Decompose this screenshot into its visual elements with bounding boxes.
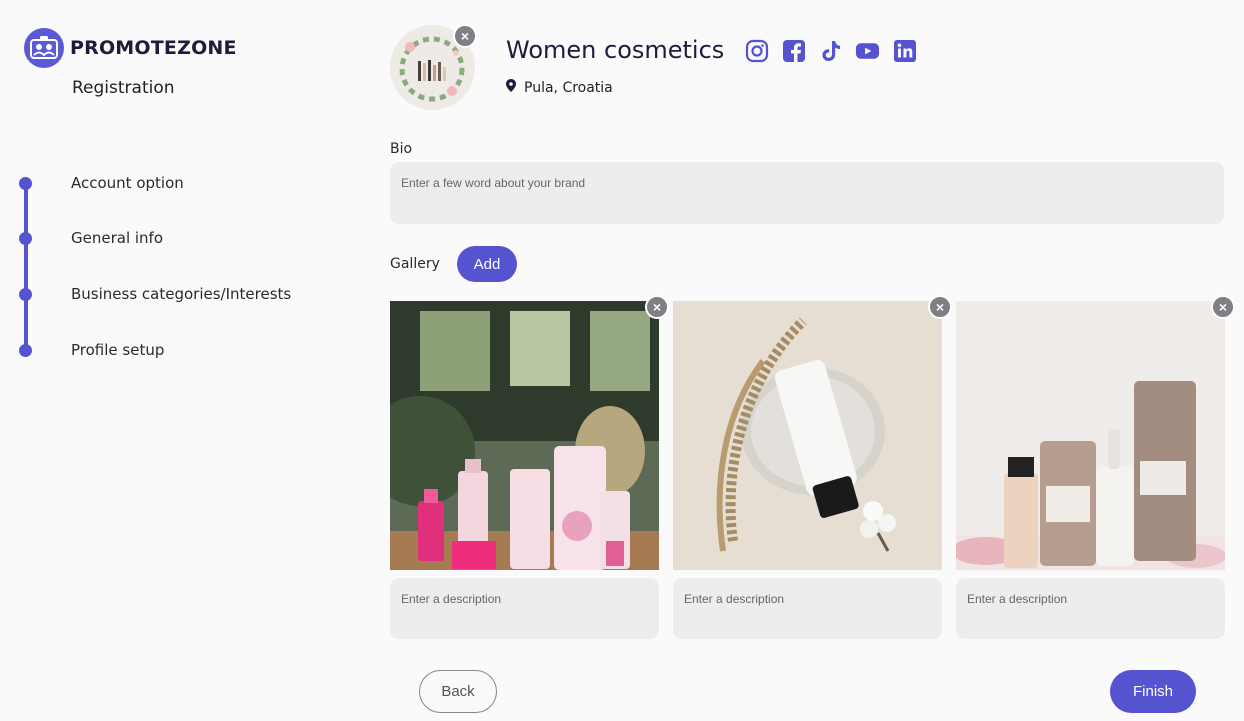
- remove-photo-button[interactable]: ×: [928, 295, 952, 319]
- step-dot: [19, 176, 32, 190]
- bio-label: Bio: [390, 141, 413, 157]
- location-pin-icon: [506, 79, 516, 96]
- add-gallery-button[interactable]: Add: [457, 246, 517, 282]
- step-dot: [19, 343, 32, 357]
- step-label: General info: [71, 229, 164, 247]
- logo-icon: [24, 28, 64, 68]
- instagram-icon[interactable]: [744, 38, 769, 63]
- step-general-info[interactable]: General info: [0, 223, 360, 253]
- logo-text: PROMOTEZONE: [70, 37, 237, 59]
- step-label: Account option: [71, 174, 184, 192]
- gallery-photo[interactable]: [673, 301, 942, 570]
- remove-photo-button[interactable]: ×: [645, 295, 669, 319]
- brand-name: Women cosmetics: [506, 36, 725, 64]
- stepper-line: [24, 182, 28, 350]
- location: Pula, Croatia: [506, 79, 613, 96]
- step-label: Profile setup: [71, 341, 165, 359]
- tiktok-icon[interactable]: [818, 38, 843, 63]
- photo-description-input[interactable]: [956, 578, 1225, 639]
- step-label: Business categories/Interests: [71, 285, 292, 303]
- gallery-photo[interactable]: [956, 301, 1225, 570]
- step-profile-setup[interactable]: Profile setup: [0, 335, 360, 365]
- facebook-icon[interactable]: [781, 38, 806, 63]
- bio-input[interactable]: [390, 162, 1224, 224]
- step-dot: [19, 231, 32, 245]
- step-dot: [19, 287, 32, 301]
- social-links: [744, 38, 917, 63]
- remove-avatar-button[interactable]: ×: [453, 24, 477, 48]
- step-account-option[interactable]: Account option: [0, 168, 360, 198]
- youtube-icon[interactable]: [855, 38, 880, 63]
- photo-description-input[interactable]: [390, 578, 659, 639]
- page-subtitle: Registration: [72, 78, 175, 98]
- finish-button[interactable]: Finish: [1110, 670, 1196, 713]
- gallery-label: Gallery: [390, 256, 440, 272]
- step-business-categories[interactable]: Business categories/Interests: [0, 279, 360, 309]
- location-text: Pula, Croatia: [524, 79, 613, 96]
- gallery-photo[interactable]: [390, 301, 659, 570]
- sidebar: PROMOTEZONE Registration Account option …: [0, 0, 370, 721]
- logo[interactable]: PROMOTEZONE: [24, 28, 237, 68]
- remove-photo-button[interactable]: ×: [1211, 295, 1235, 319]
- linkedin-icon[interactable]: [892, 38, 917, 63]
- photo-description-input[interactable]: [673, 578, 942, 639]
- back-button[interactable]: Back: [419, 670, 497, 713]
